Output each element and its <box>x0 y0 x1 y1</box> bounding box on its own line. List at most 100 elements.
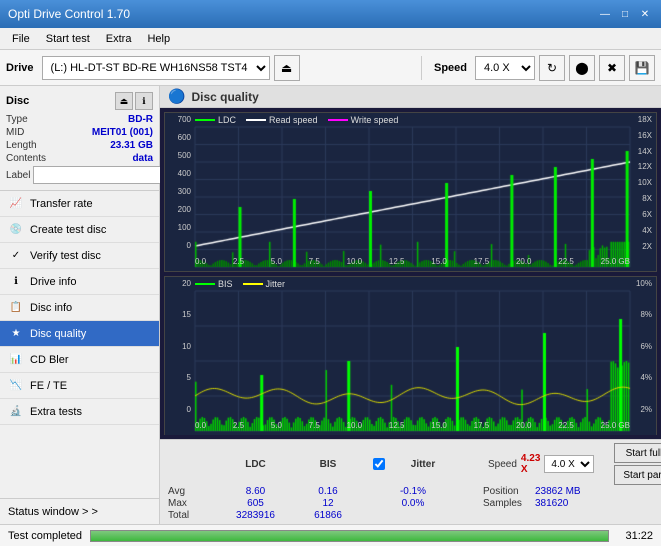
record-button[interactable]: ⬤ <box>569 55 595 81</box>
jitter-legend-item: Jitter <box>243 279 286 289</box>
sidebar-item-transfer-rate[interactable]: 📈 Transfer rate <box>0 191 159 217</box>
disc-header: Disc ⏏ ℹ <box>6 92 153 110</box>
erase-button[interactable]: ✖ <box>599 55 625 81</box>
bis-chart-legend: BIS Jitter <box>195 279 285 289</box>
read-speed-legend-color <box>246 119 266 121</box>
sidebar-item-label: Verify test disc <box>30 250 101 262</box>
create-test-disc-icon: 💿 <box>8 222 24 238</box>
stats-row-max: Max 605 12 0.0% Samples 381620 <box>168 498 653 509</box>
app-title: Opti Drive Control 1.70 <box>8 7 130 21</box>
speed-select[interactable]: 4.0 X <box>475 56 535 80</box>
bis-legend-item: BIS <box>195 279 233 289</box>
sidebar-item-label: Disc quality <box>30 328 86 340</box>
disc-panel: Disc ⏏ ℹ Type BD-R MID MEIT01 (001) Leng… <box>0 86 159 191</box>
titlebar: Opti Drive Control 1.70 — □ ✕ <box>0 0 661 28</box>
jitter-checkbox[interactable] <box>373 458 385 470</box>
avg-label: Avg <box>168 486 208 497</box>
fe-te-icon: 📉 <box>8 378 24 394</box>
total-ldc: 3283916 <box>228 510 283 521</box>
ldc-chart-canvas <box>165 113 656 271</box>
refresh-button[interactable]: ↻ <box>539 55 565 81</box>
extra-tests-icon: 🔬 <box>8 404 24 420</box>
speed-select-small[interactable]: 4.0 X <box>544 455 594 473</box>
jitter-column-header: Jitter <box>388 459 458 470</box>
sidebar-item-extra-tests[interactable]: 🔬 Extra tests <box>0 399 159 425</box>
menu-file[interactable]: File <box>4 31 38 47</box>
status-text: Test completed <box>8 530 82 542</box>
disc-label-label: Label <box>6 170 30 181</box>
position-label: Position <box>483 486 531 497</box>
disc-length-value: 23.31 GB <box>110 140 153 151</box>
sidebar-item-create-test-disc[interactable]: 💿 Create test disc <box>0 217 159 243</box>
stats-row-total: Total 3283916 61866 <box>168 510 653 521</box>
maximize-button[interactable]: □ <box>617 6 633 22</box>
sidebar-item-cd-bler[interactable]: 📊 CD Bler <box>0 347 159 373</box>
total-label: Total <box>168 510 208 521</box>
menubar: File Start test Extra Help <box>0 28 661 50</box>
disc-quality-header: 🔵 Disc quality <box>160 86 661 108</box>
disc-contents-field: Contents data <box>6 153 153 164</box>
sidebar-item-drive-info[interactable]: ℹ Drive info <box>0 269 159 295</box>
sidebar-item-label: Extra tests <box>30 406 82 418</box>
samples-value: 381620 <box>535 498 568 509</box>
disc-label-row: Label ▶ <box>6 166 153 184</box>
sidebar-item-verify-test-disc[interactable]: ✓ Verify test disc <box>0 243 159 269</box>
bis-column-header: BIS <box>303 459 353 470</box>
stats-row-avg: Avg 8.60 0.16 -0.1% Position 23862 MB <box>168 486 653 497</box>
disc-type-label: Type <box>6 114 28 125</box>
close-button[interactable]: ✕ <box>637 6 653 22</box>
verify-test-disc-icon: ✓ <box>8 248 24 264</box>
start-part-button[interactable]: Start part <box>614 465 661 485</box>
ldc-legend-label: LDC <box>218 115 236 125</box>
disc-type-value: BD-R <box>128 114 153 125</box>
menu-start-test[interactable]: Start test <box>38 31 98 47</box>
status-time: 31:22 <box>625 530 653 542</box>
avg-ldc: 8.60 <box>228 486 283 497</box>
disc-info-icon: 📋 <box>8 300 24 316</box>
stats-bar: LDC BIS Jitter Speed 4.23 X 4.0 X Start … <box>160 439 661 524</box>
ldc-chart-legend: LDC Read speed Write speed <box>195 115 398 125</box>
stats-row-headers: LDC BIS Jitter Speed 4.23 X 4.0 X Start … <box>168 443 653 485</box>
disc-mid-field: MID MEIT01 (001) <box>6 127 153 138</box>
bis-chart: BIS Jitter 20 15 10 5 0 10% <box>164 276 657 436</box>
max-ldc: 605 <box>228 498 283 509</box>
disc-eject-btn[interactable]: ⏏ <box>115 92 133 110</box>
avg-jitter: -0.1% <box>373 486 453 497</box>
position-section: Position 23862 MB <box>483 486 581 497</box>
status-window-button[interactable]: Status window > > <box>0 498 159 524</box>
disc-quality-header-icon: 🔵 <box>168 88 185 105</box>
max-jitter: 0.0% <box>373 498 453 509</box>
drive-select-area: (L:) HL-DT-ST BD-RE WH16NS58 TST4 ⏏ <box>42 55 413 81</box>
disc-mid-value: MEIT01 (001) <box>92 127 153 138</box>
disc-info-btn[interactable]: ℹ <box>135 92 153 110</box>
save-button[interactable]: 💾 <box>629 55 655 81</box>
disc-label-input[interactable] <box>33 166 173 184</box>
transfer-rate-icon: 📈 <box>8 196 24 212</box>
start-full-button[interactable]: Start full <box>614 443 661 463</box>
sidebar-item-label: Transfer rate <box>30 198 93 210</box>
samples-label: Samples <box>483 498 531 509</box>
jitter-checkbox-row: Jitter <box>373 458 458 470</box>
total-bis: 61866 <box>303 510 353 521</box>
minimize-button[interactable]: — <box>597 6 613 22</box>
sidebar: Disc ⏏ ℹ Type BD-R MID MEIT01 (001) Leng… <box>0 86 160 524</box>
drive-label: Drive <box>6 62 34 74</box>
disc-length-label: Length <box>6 140 37 151</box>
speed-value: 4.23 X <box>521 453 540 475</box>
sidebar-item-disc-info[interactable]: 📋 Disc info <box>0 295 159 321</box>
eject-button[interactable]: ⏏ <box>274 55 300 81</box>
menu-extra[interactable]: Extra <box>98 31 140 47</box>
read-speed-legend-item: Read speed <box>246 115 318 125</box>
sidebar-item-disc-quality[interactable]: ★ Disc quality <box>0 321 159 347</box>
read-speed-legend-label: Read speed <box>269 115 318 125</box>
write-speed-legend-item: Write speed <box>328 115 399 125</box>
cd-bler-icon: 📊 <box>8 352 24 368</box>
menu-help[interactable]: Help <box>139 31 178 47</box>
disc-mid-label: MID <box>6 127 24 138</box>
disc-contents-value: data <box>132 153 153 164</box>
drive-dropdown[interactable]: (L:) HL-DT-ST BD-RE WH16NS58 TST4 <box>42 56 270 80</box>
bis-chart-canvas <box>165 277 656 435</box>
sidebar-item-fe-te[interactable]: 📉 FE / TE <box>0 373 159 399</box>
disc-icon-buttons: ⏏ ℹ <box>115 92 153 110</box>
sidebar-item-label: Drive info <box>30 276 76 288</box>
